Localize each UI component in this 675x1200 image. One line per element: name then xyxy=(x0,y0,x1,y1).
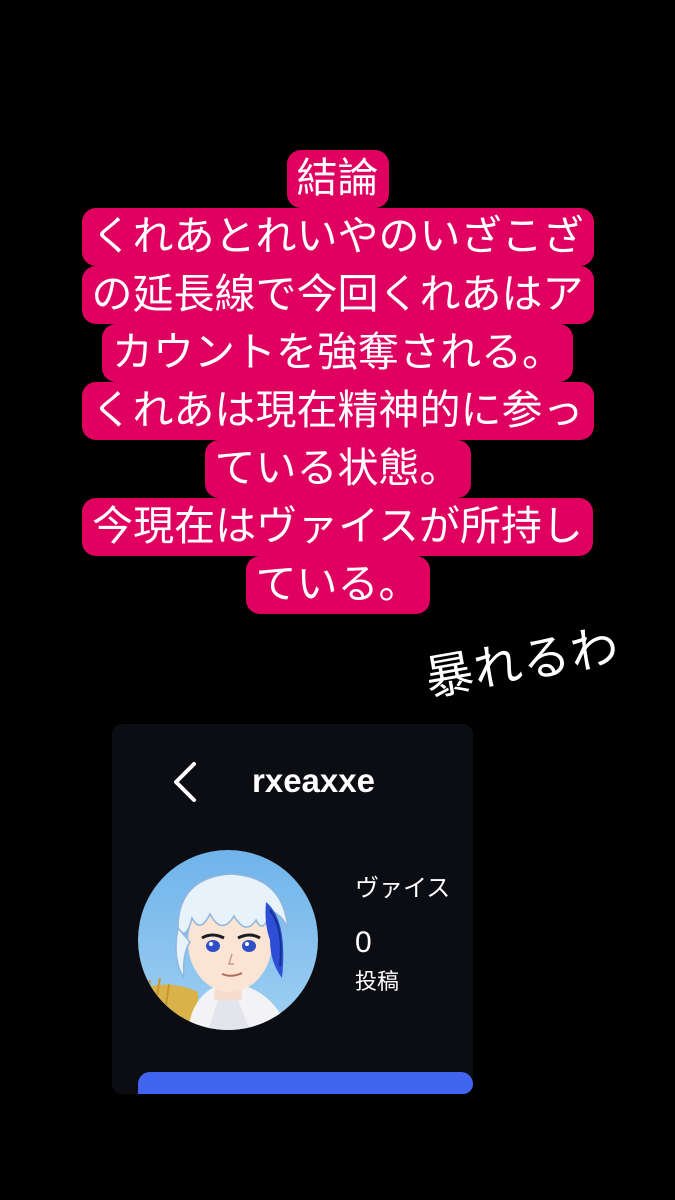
caption-line: ている。 xyxy=(245,556,430,614)
follow-button[interactable] xyxy=(138,1072,473,1094)
profile-display-name: ヴァイス xyxy=(355,874,451,902)
caption-line: 結論 xyxy=(286,150,389,208)
post-count-label: 投稿 xyxy=(355,970,400,995)
caption-line: 今現在はヴァイスが所持し xyxy=(82,498,593,556)
avatar-illustration xyxy=(138,850,318,1030)
back-button[interactable] xyxy=(166,760,204,804)
profile-screenshot: rxeaxxe ヴァイス 0 投稿 xyxy=(112,724,473,1094)
caption-line: カウントを強奪される。 xyxy=(102,324,573,382)
post-count: 0 xyxy=(355,926,372,959)
caption-line: くれあとれいやのいざこざ xyxy=(81,208,594,266)
caption-line: の延長線で今回くれあはア xyxy=(81,266,594,324)
chevron-left-icon xyxy=(174,762,196,802)
caption-line: くれあは現在精神的に参っ xyxy=(81,382,594,440)
avatar[interactable] xyxy=(138,850,318,1030)
story-caption: 結論 くれあとれいやのいざこざ の延長線で今回くれあはア カウントを強奪される。… xyxy=(0,150,675,614)
caption-line: ている状態。 xyxy=(204,440,471,498)
sticker-text: 暴れるわ xyxy=(421,618,624,708)
profile-username: rxeaxxe xyxy=(252,762,375,799)
